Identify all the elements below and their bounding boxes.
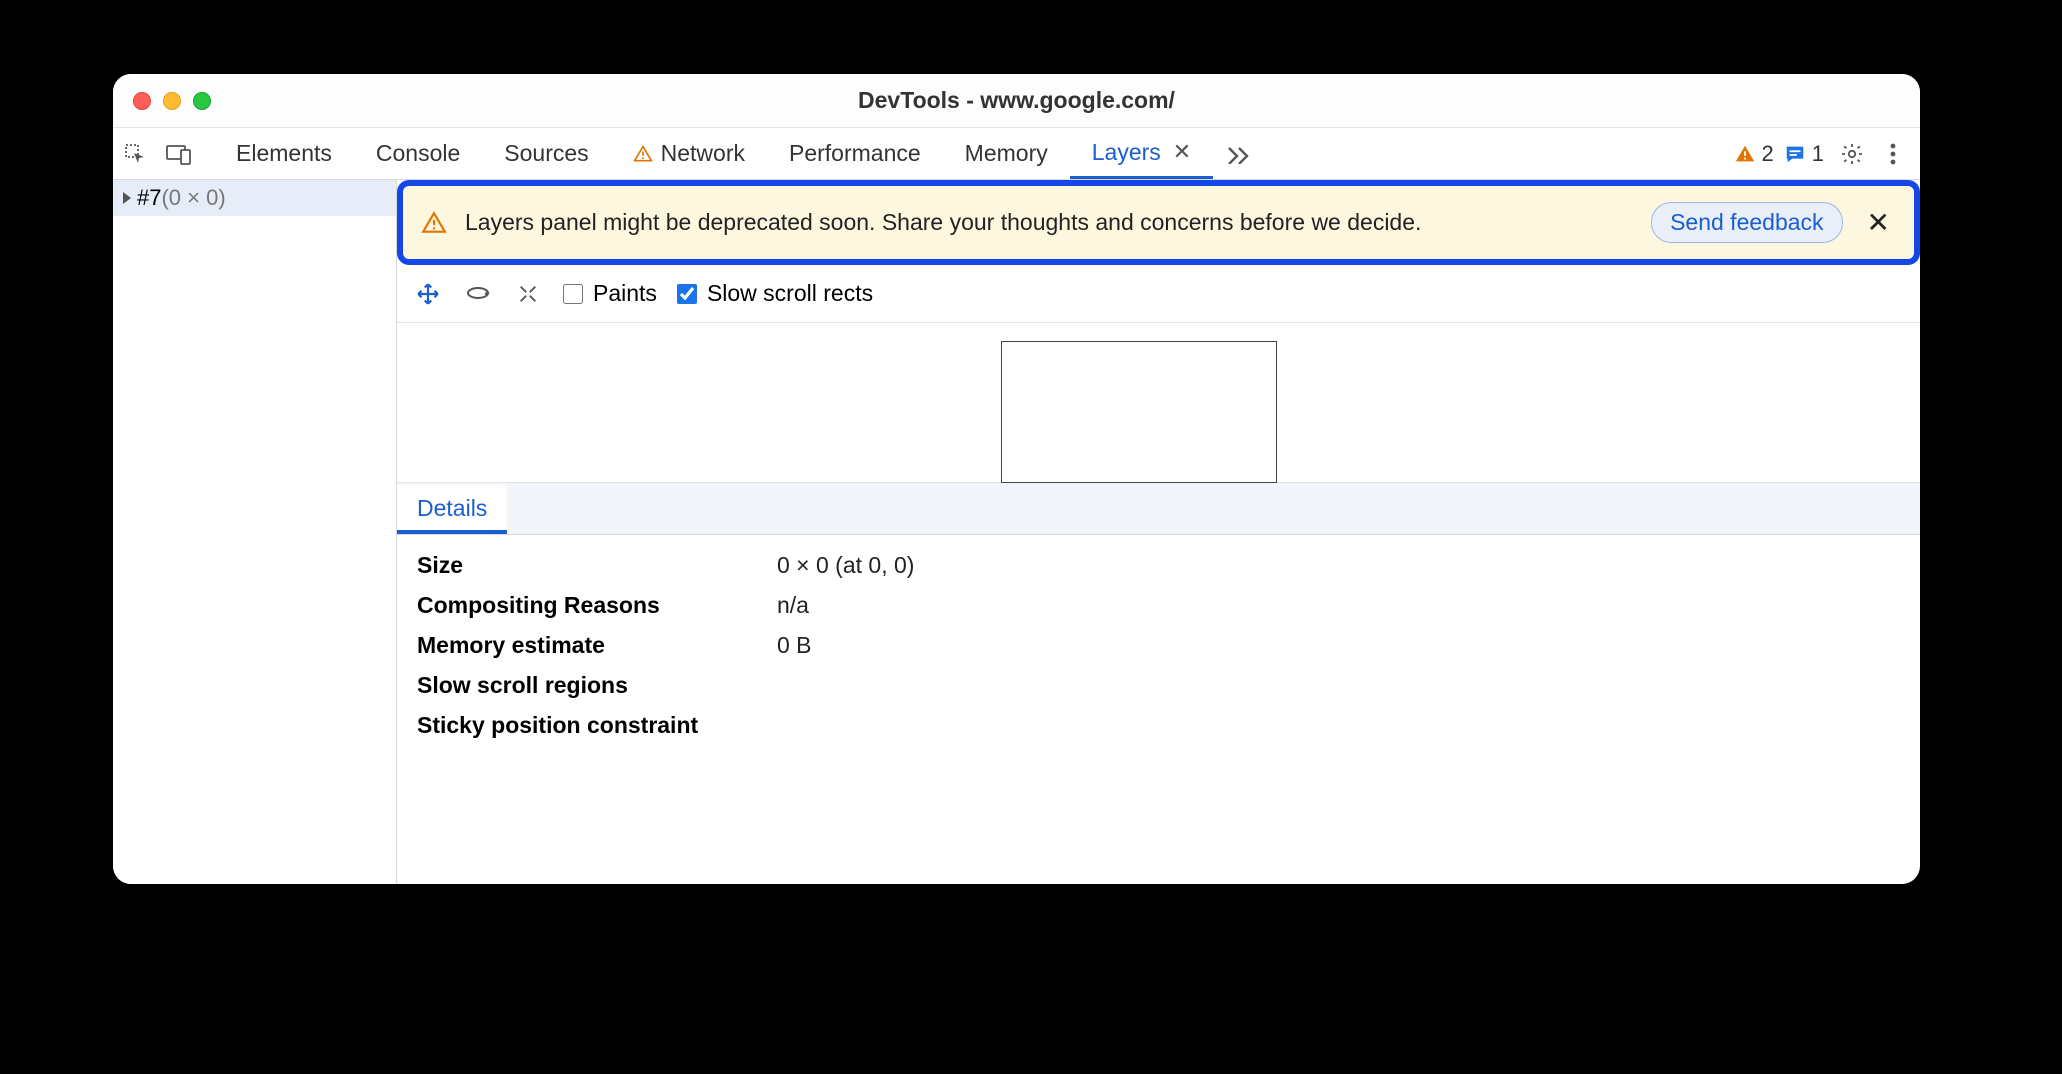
slow-scroll-label: Slow scroll rects xyxy=(707,280,873,307)
pan-mode-icon[interactable] xyxy=(413,279,443,309)
layers-3d-view[interactable] xyxy=(397,323,1920,483)
close-tab-icon[interactable]: ✕ xyxy=(1173,139,1191,165)
issues-message-badge[interactable]: 1 xyxy=(1784,141,1824,167)
layers-tree-sidebar: #7 (0 × 0) xyxy=(113,180,397,884)
tab-label: Sources xyxy=(504,140,588,167)
warning-icon xyxy=(633,144,653,164)
paints-checkbox-input[interactable] xyxy=(563,284,583,304)
layer-rect[interactable] xyxy=(1001,341,1277,483)
close-window-button[interactable] xyxy=(133,92,151,110)
main-tabstrip: Elements Console Sources Network Perform… xyxy=(113,128,1920,180)
layers-main: Layers panel might be deprecated soon. S… xyxy=(397,180,1920,884)
detail-key: Memory estimate xyxy=(417,632,777,659)
layer-name: #7 xyxy=(137,185,161,211)
details-tab[interactable]: Details xyxy=(397,485,507,534)
detail-row: Compositing Reasons n/a xyxy=(417,585,1900,625)
tab-performance[interactable]: Performance xyxy=(767,128,943,179)
detail-value: n/a xyxy=(777,592,809,619)
detail-row: Slow scroll regions xyxy=(417,665,1900,705)
detail-key: Sticky position constraint xyxy=(417,712,777,739)
deprecation-infobar: Layers panel might be deprecated soon. S… xyxy=(397,180,1920,265)
tab-label: Elements xyxy=(236,140,332,167)
tab-elements[interactable]: Elements xyxy=(214,128,354,179)
message-count: 1 xyxy=(1812,141,1824,167)
devtools-window: DevTools - www.google.com/ xyxy=(113,74,1920,884)
tab-layers[interactable]: Layers ✕ xyxy=(1070,128,1213,179)
tab-memory[interactable]: Memory xyxy=(943,128,1070,179)
titlebar: DevTools - www.google.com/ xyxy=(113,74,1920,128)
layer-dims: (0 × 0) xyxy=(161,185,225,211)
details-tabstrip: Details xyxy=(397,483,1920,535)
layers-toolbar: Paints Slow scroll rects xyxy=(397,265,1920,323)
detail-key: Size xyxy=(417,552,777,579)
tab-label: Network xyxy=(661,140,745,167)
zoom-window-button[interactable] xyxy=(193,92,211,110)
rotate-mode-icon[interactable] xyxy=(463,279,493,309)
paints-label: Paints xyxy=(593,280,657,307)
traffic-lights xyxy=(133,92,211,110)
warning-count: 2 xyxy=(1762,141,1774,167)
tab-label: Console xyxy=(376,140,460,167)
window-title: DevTools - www.google.com/ xyxy=(113,87,1920,114)
detail-key: Compositing Reasons xyxy=(417,592,777,619)
detail-row: Size 0 × 0 (at 0, 0) xyxy=(417,545,1900,585)
tab-network[interactable]: Network xyxy=(611,128,767,179)
expand-caret-icon[interactable] xyxy=(123,192,131,204)
infobar-text: Layers panel might be deprecated soon. S… xyxy=(465,209,1633,236)
detail-value: 0 × 0 (at 0, 0) xyxy=(777,552,914,579)
send-feedback-button[interactable]: Send feedback xyxy=(1651,202,1842,243)
device-toolbar-icon[interactable] xyxy=(157,143,201,165)
tab-sources[interactable]: Sources xyxy=(482,128,610,179)
message-icon xyxy=(1784,143,1806,165)
detail-row: Sticky position constraint xyxy=(417,705,1900,745)
tab-label: Performance xyxy=(789,140,921,167)
minimize-window-button[interactable] xyxy=(163,92,181,110)
tab-console[interactable]: Console xyxy=(354,128,482,179)
close-infobar-icon[interactable]: ✕ xyxy=(1861,206,1896,239)
warning-icon xyxy=(1734,143,1756,165)
tab-label: Memory xyxy=(965,140,1048,167)
more-tabs-button[interactable] xyxy=(1213,128,1265,179)
layer-tree-row[interactable]: #7 (0 × 0) xyxy=(113,180,396,216)
kebab-menu-icon[interactable] xyxy=(1880,142,1906,166)
settings-icon[interactable] xyxy=(1834,142,1870,166)
tab-label: Layers xyxy=(1092,139,1161,166)
detail-row: Memory estimate 0 B xyxy=(417,625,1900,665)
detail-value: 0 B xyxy=(777,632,812,659)
inspect-element-icon[interactable] xyxy=(113,142,157,166)
issues-warning-badge[interactable]: 2 xyxy=(1734,141,1774,167)
paints-checkbox[interactable]: Paints xyxy=(563,280,657,307)
reset-view-icon[interactable] xyxy=(513,279,543,309)
slow-scroll-checkbox-input[interactable] xyxy=(677,284,697,304)
warning-icon xyxy=(421,210,447,236)
layer-details: Size 0 × 0 (at 0, 0) Compositing Reasons… xyxy=(397,535,1920,755)
detail-key: Slow scroll regions xyxy=(417,672,777,699)
slow-scroll-rects-checkbox[interactable]: Slow scroll rects xyxy=(677,280,873,307)
